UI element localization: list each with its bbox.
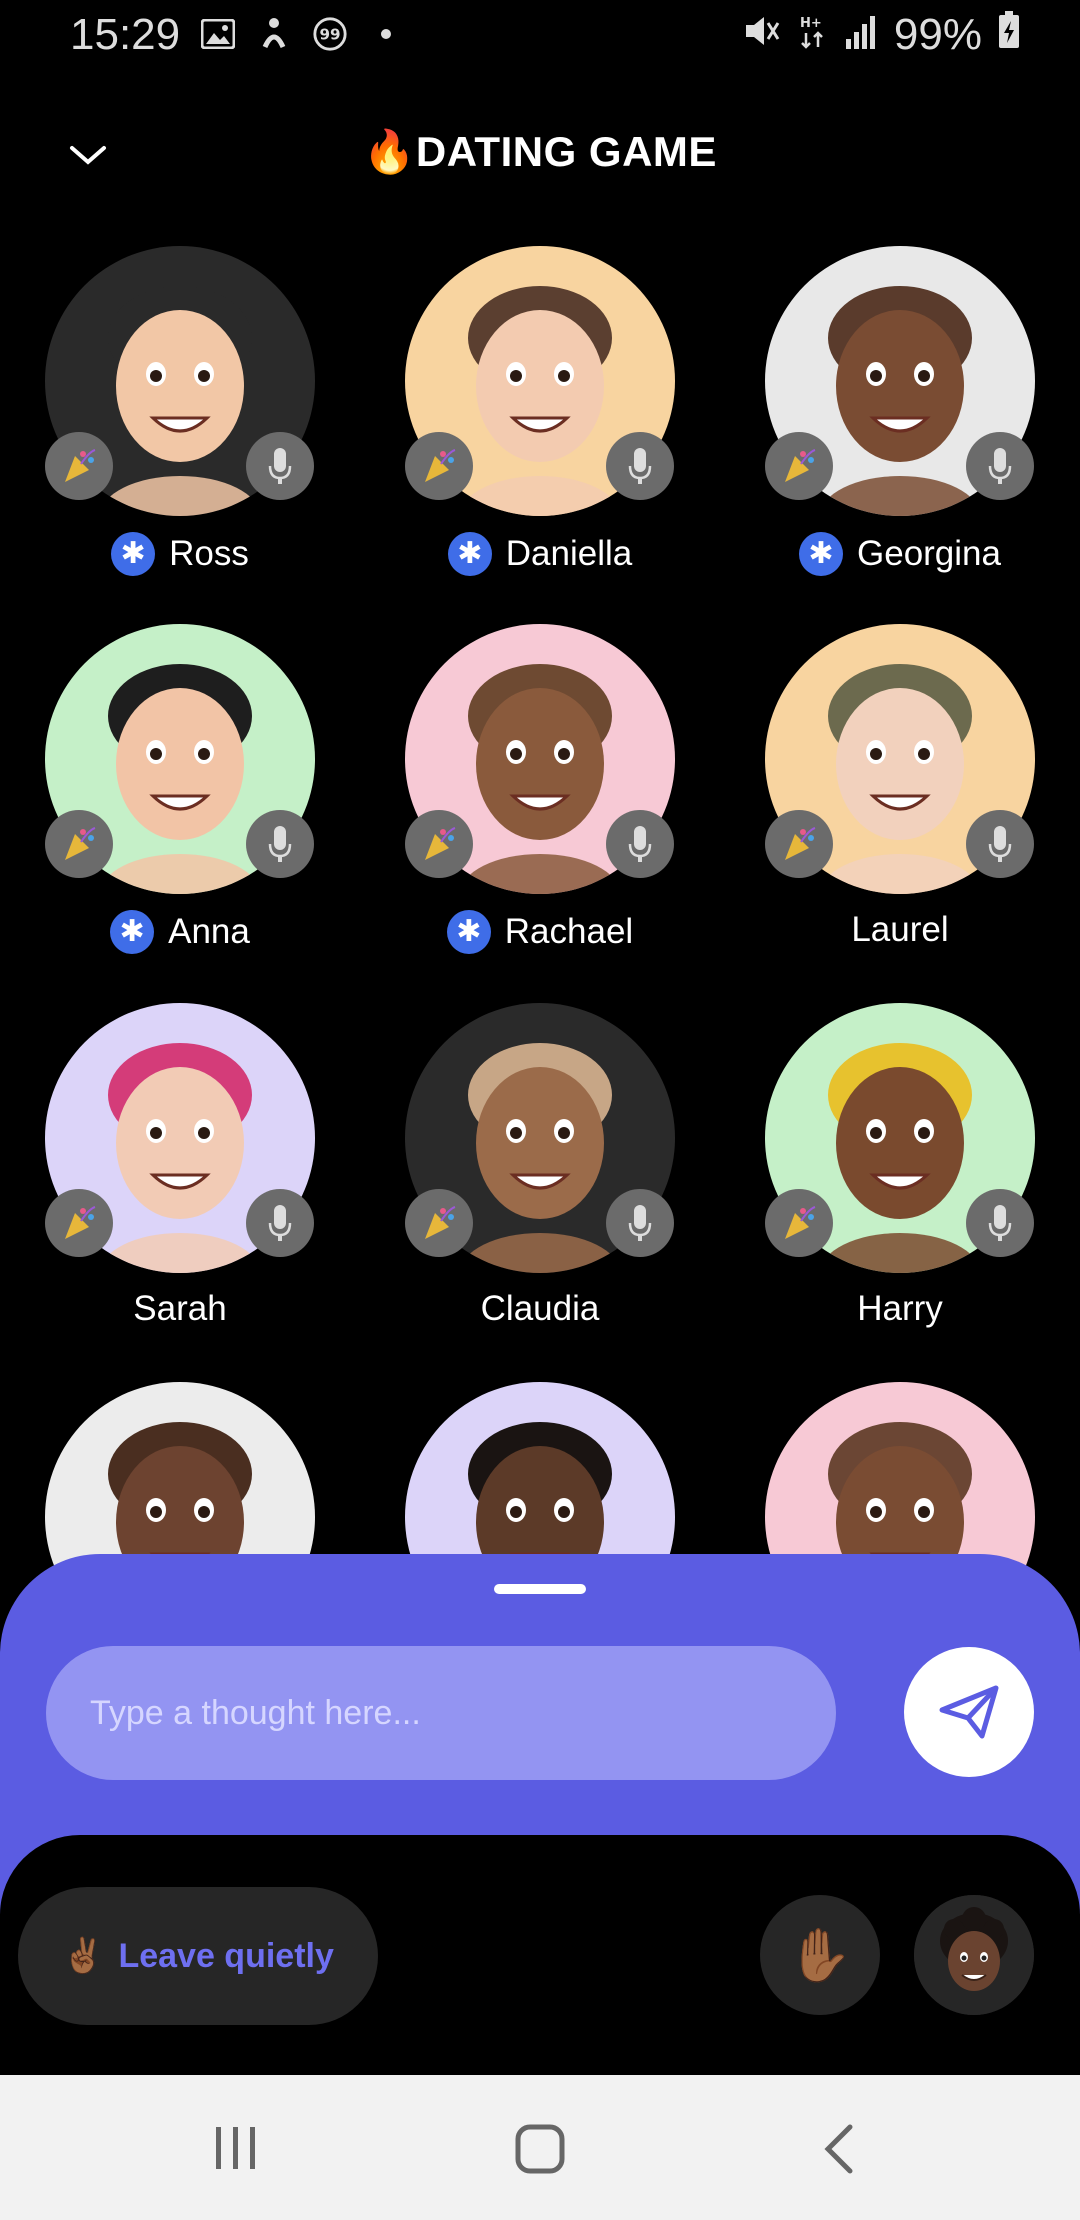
status-time: 15:29 <box>70 10 181 59</box>
send-button[interactable] <box>904 1647 1034 1777</box>
participant-name-row: ✱ Anna <box>0 910 360 954</box>
participant-name-row: Laurel <box>720 910 1080 950</box>
participant-name-row: ✱ Georgina <box>720 532 1080 576</box>
my-avatar-button[interactable] <box>914 1895 1034 2015</box>
participant-name-row: ✱ Daniella <box>360 532 720 576</box>
verified-icon: ✱ <box>799 532 843 576</box>
microphone-icon <box>246 1189 314 1257</box>
verified-icon: ✱ <box>446 910 491 954</box>
room-header: 🔥DATING GAME <box>0 110 1080 200</box>
dot-icon <box>368 16 404 52</box>
participant-name: Claudia <box>480 1289 600 1328</box>
participant-card[interactable]: Sarah <box>0 1003 360 1383</box>
party-popper-icon <box>405 810 473 878</box>
participant-name-row: Claudia <box>360 1289 720 1329</box>
participant-card[interactable]: ✱ Anna <box>0 624 360 1004</box>
image-icon <box>200 16 236 52</box>
microphone-icon <box>606 810 674 878</box>
back-icon[interactable] <box>822 2123 856 2180</box>
battery-icon <box>998 10 1020 60</box>
status-bar: 15:29 99 H+ 99% <box>0 0 1080 72</box>
participant-name: Rachael <box>504 912 634 951</box>
status-right: H+ 99% <box>742 10 1020 60</box>
page-title: 🔥DATING GAME <box>363 128 717 175</box>
verified-icon: ✱ <box>447 532 492 576</box>
participant-name: Sarah <box>133 1289 227 1328</box>
signal-icon <box>844 10 878 60</box>
party-popper-icon <box>765 1189 833 1257</box>
mute-icon <box>742 10 782 60</box>
participant-name-row: Sarah <box>0 1289 360 1329</box>
participant-card[interactable]: Harry <box>720 1003 1080 1383</box>
participant-card[interactable]: ✱ Georgina <box>720 246 1080 626</box>
raise-hand-icon: ✋🏾 <box>787 1926 853 1985</box>
party-popper-icon <box>45 432 113 500</box>
participant-name: Ross <box>169 534 249 573</box>
microphone-icon <box>246 810 314 878</box>
participant-name-row: Harry <box>720 1289 1080 1329</box>
badge-99-icon: 99 <box>312 16 348 52</box>
status-left-icons: 99 <box>200 16 404 52</box>
party-popper-icon <box>405 432 473 500</box>
party-popper-icon <box>765 432 833 500</box>
microphone-icon <box>246 432 314 500</box>
svg-text:99: 99 <box>319 26 340 44</box>
raise-hand-button[interactable]: ✋🏾 <box>760 1895 880 2015</box>
data-icon: H+ <box>798 10 828 60</box>
recents-icon[interactable] <box>212 2123 260 2178</box>
participant-card[interactable]: Laurel <box>720 624 1080 1004</box>
participant-card[interactable]: ✱ Ross <box>0 246 360 626</box>
activity-icon <box>256 16 292 52</box>
participant-name: Laurel <box>851 910 949 949</box>
participant-name: Daniella <box>505 534 633 573</box>
system-nav-bar <box>0 2075 1080 2220</box>
participant-card[interactable]: Claudia <box>360 1003 720 1383</box>
microphone-icon <box>966 810 1034 878</box>
party-popper-icon <box>765 810 833 878</box>
sheet-handle[interactable] <box>494 1584 586 1594</box>
party-popper-icon <box>45 810 113 878</box>
participant-name: Harry <box>857 1289 943 1328</box>
party-popper-icon <box>45 1189 113 1257</box>
verified-icon: ✱ <box>111 532 156 576</box>
leave-quietly-button[interactable]: ✌🏾 Leave quietly <box>18 1887 378 2025</box>
participant-name-row: ✱ Rachael <box>360 910 720 954</box>
participant-card[interactable]: ✱ Daniella <box>360 246 720 626</box>
thought-input[interactable] <box>46 1646 836 1780</box>
svg-text:H+: H+ <box>800 16 822 31</box>
verified-icon: ✱ <box>110 910 155 954</box>
microphone-icon <box>606 432 674 500</box>
microphone-icon <box>606 1189 674 1257</box>
participant-name-row: ✱ Ross <box>0 532 360 576</box>
leave-quietly-label: Leave quietly <box>118 1936 334 1975</box>
home-icon[interactable] <box>514 2123 566 2180</box>
send-icon <box>939 1685 999 1739</box>
bottom-actions: ✌🏾 Leave quietly ✋🏾 <box>0 1835 1080 2075</box>
party-popper-icon <box>405 1189 473 1257</box>
microphone-icon <box>966 432 1034 500</box>
participant-name: Georgina <box>857 534 1001 573</box>
participant-name: Anna <box>168 912 250 951</box>
battery-percent: 99% <box>893 10 982 59</box>
microphone-icon <box>966 1189 1034 1257</box>
participant-card[interactable]: ✱ Rachael <box>360 624 720 1004</box>
peace-emoji: ✌🏾 <box>62 1937 105 1975</box>
avatar <box>914 1895 1034 2015</box>
